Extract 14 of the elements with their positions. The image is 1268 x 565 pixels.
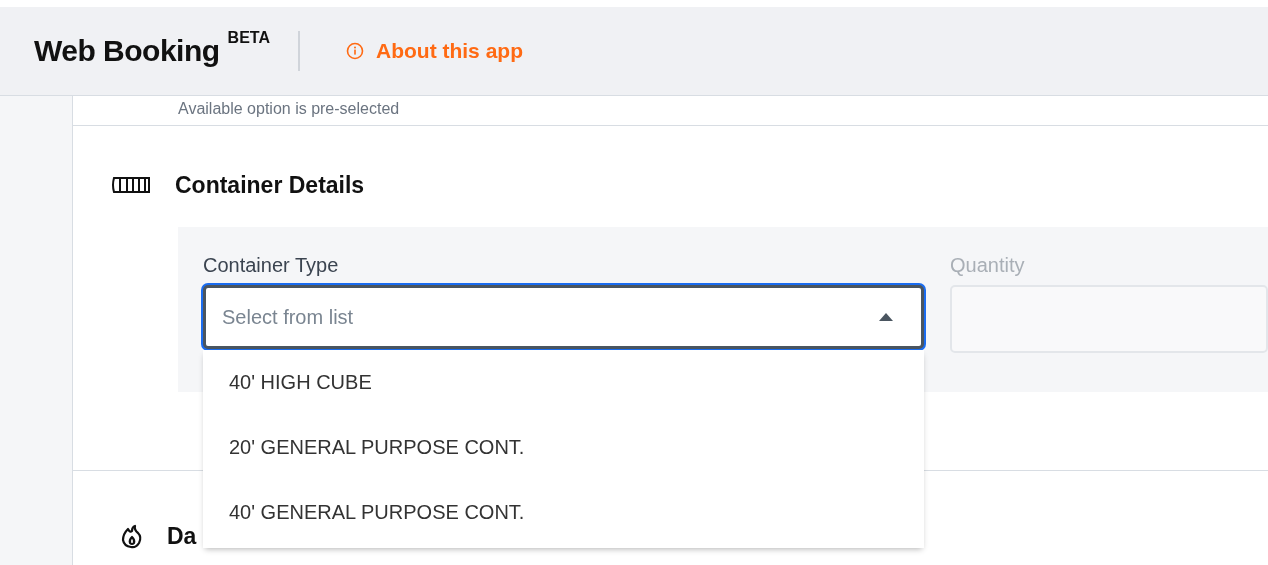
section-title: Container Details <box>175 171 365 199</box>
hint-text: Available option is pre-selected <box>178 100 401 118</box>
info-icon <box>346 42 364 60</box>
dropdown-option[interactable]: 20' GENERAL PURPOSE CONT. <box>203 415 924 480</box>
container-type-dropdown[interactable]: Select from list <box>203 285 924 349</box>
field-label: Quantity <box>950 254 1026 277</box>
dropdown-option[interactable]: 40' GENERAL PURPOSE CONT. <box>203 480 924 545</box>
app-title: Web Booking <box>34 34 220 68</box>
field-label: Container Type <box>203 254 340 277</box>
dropdown-option[interactable]: 40' HIGH CUBE <box>203 350 924 415</box>
container-icon <box>111 176 151 194</box>
section-title: Da <box>167 523 197 550</box>
caret-icon <box>879 313 893 321</box>
beta-label: BETA <box>227 29 270 47</box>
